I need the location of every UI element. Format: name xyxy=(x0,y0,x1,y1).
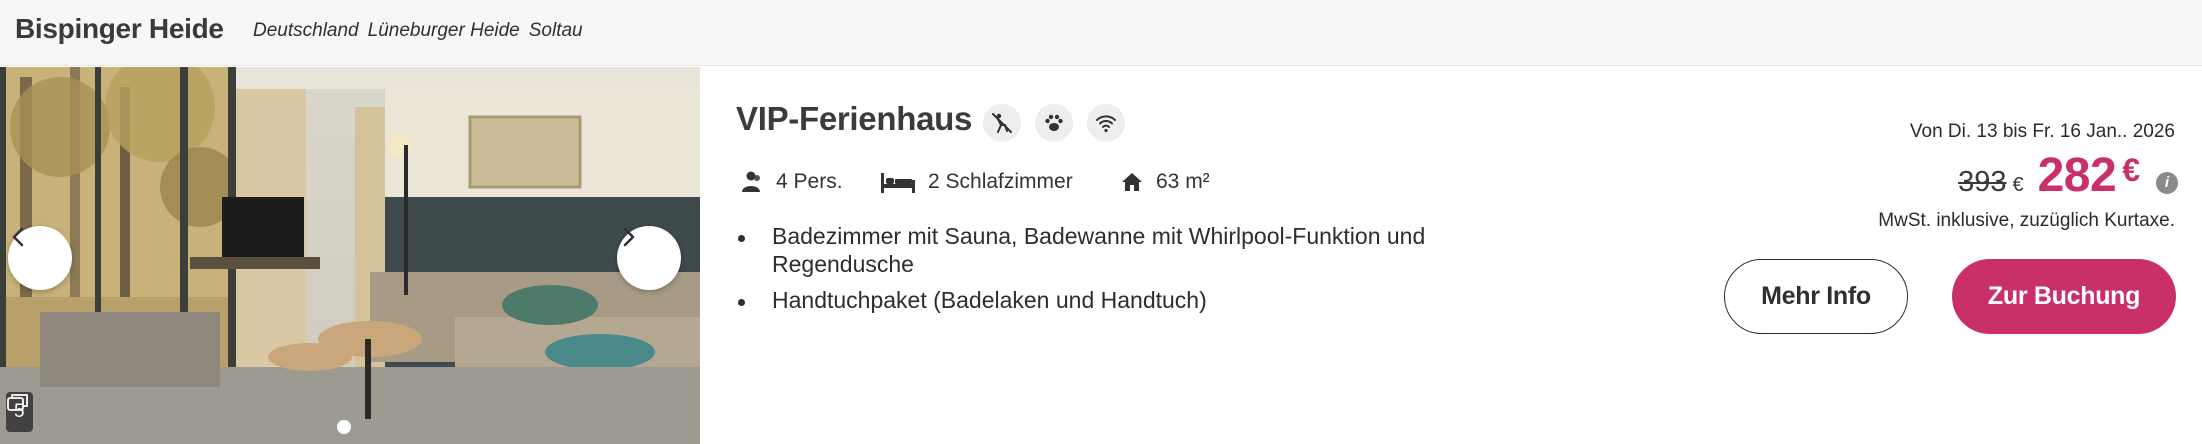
listing-title[interactable]: VIP-Ferienhaus xyxy=(736,100,972,138)
bed-icon xyxy=(881,173,915,193)
old-price-currency: € xyxy=(2012,174,2024,196)
feature-list: Badezimmer mit Sauna, Badewanne mit Whir… xyxy=(736,222,1456,322)
tax-note: MwSt. inklusive, zuzüglich Kurtaxe. xyxy=(1878,210,2175,231)
gallery-prev-button[interactable] xyxy=(8,226,72,290)
book-button[interactable]: Zur Buchung xyxy=(1952,259,2176,334)
stay-dates: Von Di. 13 bis Fr. 16 Jan.. 2026 xyxy=(1909,121,2175,142)
park-name[interactable]: Bispinger Heide xyxy=(15,13,224,45)
no-smoking-icon xyxy=(983,104,1021,142)
area-value: 63 m² xyxy=(1156,170,1210,193)
breadcrumb-city[interactable]: Soltau xyxy=(529,20,583,42)
list-item: Handtuchpaket (Badelaken und Handtuch) xyxy=(736,286,1456,314)
bedrooms-fact: 2 Schlafzimmer xyxy=(880,170,1120,194)
persons-icon xyxy=(742,171,760,192)
photo-count-badge[interactable]: 5 xyxy=(6,392,33,432)
bedrooms-value: 2 Schlafzimmer xyxy=(928,170,1073,193)
gallery-icon xyxy=(7,394,28,411)
breadcrumb-country[interactable]: Deutschland xyxy=(253,20,359,42)
price-row: 393 € 282 € i xyxy=(1958,148,2178,203)
living-room-photo xyxy=(0,67,700,444)
amenity-icons xyxy=(983,104,1125,142)
breadcrumb: Deutschland Lüneburger Heide Soltau xyxy=(253,20,583,42)
listing-facts: 4 Pers. 2 Schlafzimmer 63 m² xyxy=(738,169,1210,195)
pet-paw-icon xyxy=(1035,104,1073,142)
persons-fact: 4 Pers. xyxy=(738,169,880,195)
gallery-dot-active[interactable] xyxy=(337,420,351,434)
header-bar: Bispinger Heide Deutschland Lüneburger H… xyxy=(0,0,2202,66)
more-info-button[interactable]: Mehr Info xyxy=(1724,259,1908,334)
gallery-next-button[interactable] xyxy=(617,226,681,290)
old-price: 393 xyxy=(1958,166,2007,198)
new-price: 282 xyxy=(2037,149,2117,202)
chevron-left-icon xyxy=(12,227,24,247)
breadcrumb-region[interactable]: Lüneburger Heide xyxy=(368,20,520,42)
house-icon xyxy=(1122,173,1142,191)
wifi-icon xyxy=(1087,104,1125,142)
chevron-right-icon xyxy=(623,227,635,247)
list-item: Badezimmer mit Sauna, Badewanne mit Whir… xyxy=(736,222,1456,278)
persons-value: 4 Pers. xyxy=(776,170,843,193)
new-price-currency: € xyxy=(2122,152,2140,188)
area-fact: 63 m² xyxy=(1120,170,1210,194)
info-icon[interactable]: i xyxy=(2156,171,2178,194)
listing-photo-gallery[interactable]: 5 xyxy=(0,67,700,444)
